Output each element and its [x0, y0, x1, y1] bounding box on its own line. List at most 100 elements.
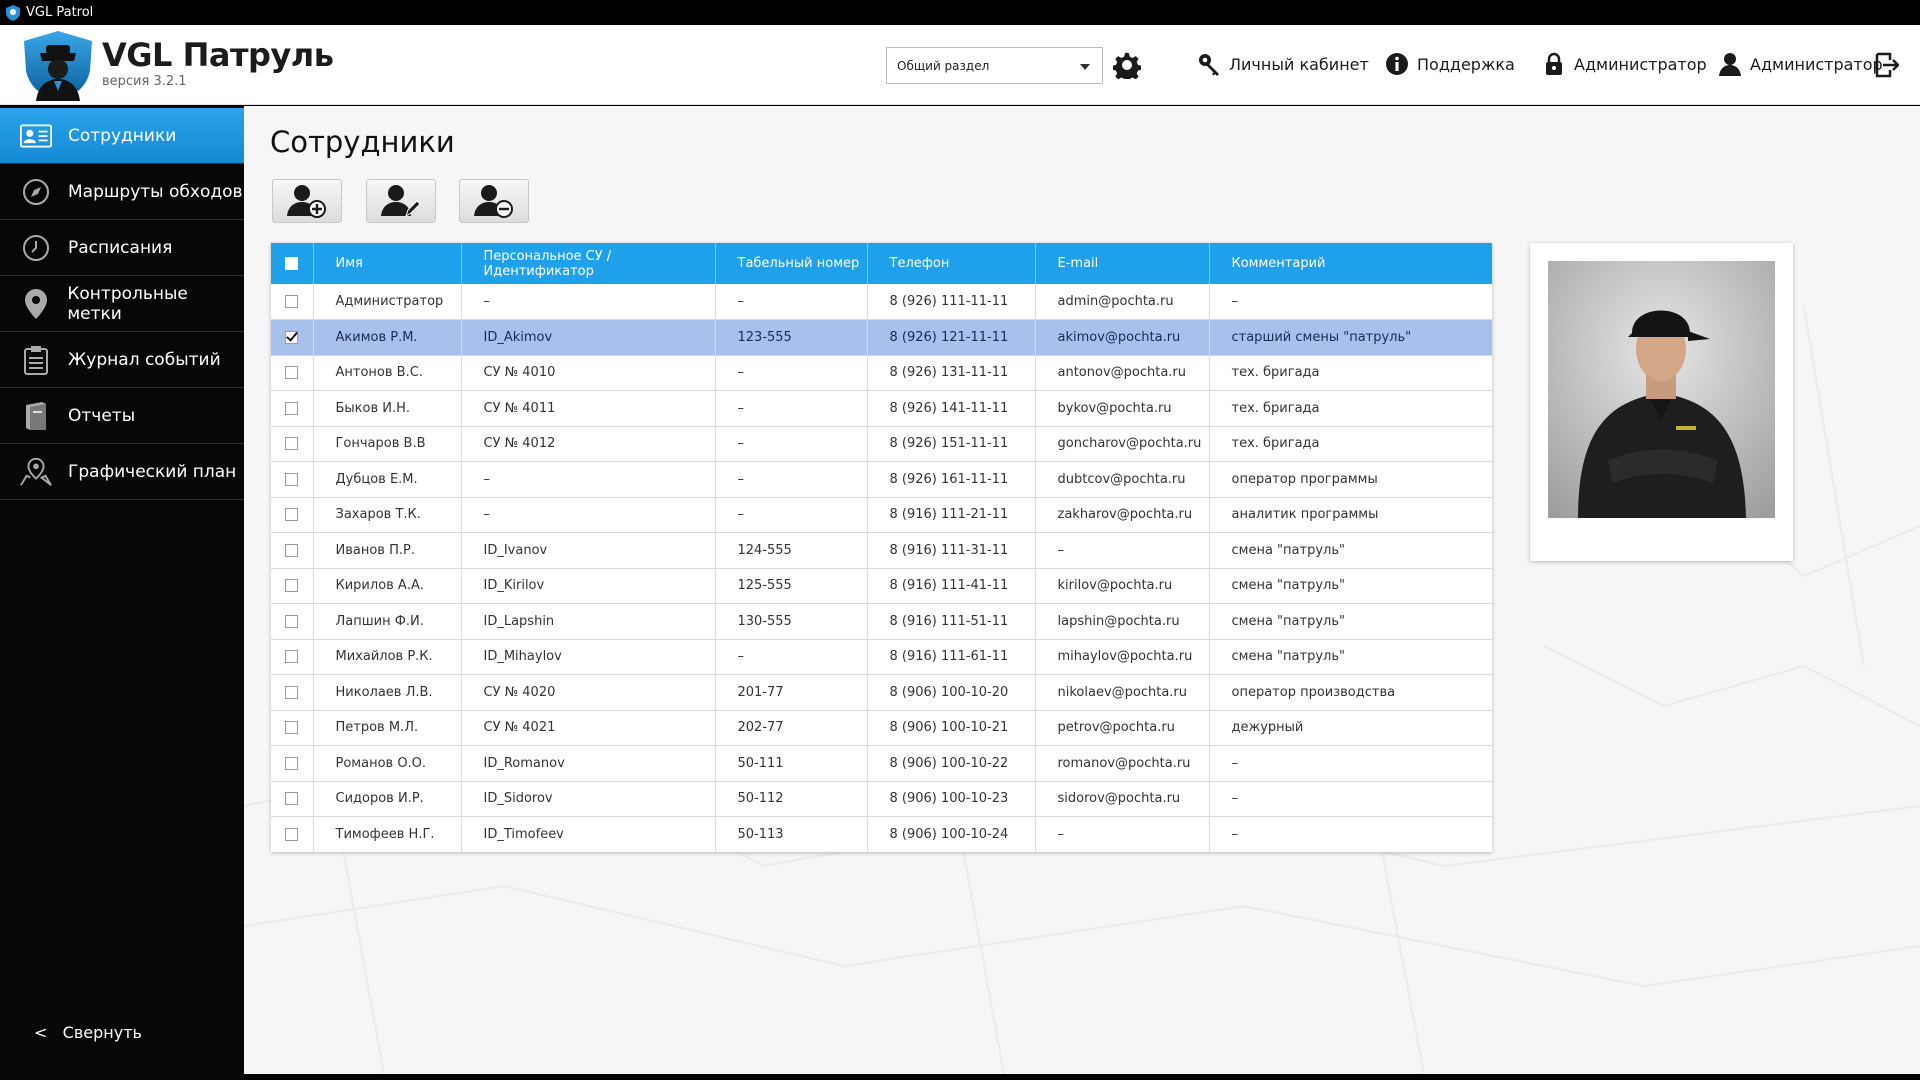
table-row[interactable]: Гончаров В.В СУ № 4012–8 (926) 151-11-11 g…: [271, 426, 1492, 462]
sidebar-item-label: Отчеты: [68, 405, 136, 426]
table-row[interactable]: Лапшин Ф.И. ID_Lapshin 130-555 8 (916) 111-…: [271, 603, 1492, 639]
table-row[interactable]: Тимофеев Н.Г. ID_Timofeev 50-113 8 (906) 10…: [271, 816, 1492, 852]
admin-user-link[interactable]: Администратор: [1718, 52, 1883, 76]
row-checkbox[interactable]: [285, 579, 299, 593]
row-checkbox[interactable]: [285, 508, 299, 522]
row-checkbox-cell: [271, 603, 314, 639]
cell-name: Лапшин Ф.И.: [313, 603, 462, 639]
edit-employee-button[interactable]: [366, 179, 436, 223]
table-header-row: Имя Персональное СУ / Идентификатор Табе…: [271, 243, 1492, 284]
sidebar-item-employees[interactable]: Сотрудники: [0, 108, 244, 164]
sidebar-item-schedules[interactable]: Расписания: [0, 220, 244, 276]
admin-lock-link[interactable]: Администратор: [1542, 52, 1707, 76]
column-header[interactable]: Табельный номер: [715, 243, 868, 284]
row-checkbox-cell: [271, 426, 314, 462]
cell-phone: 8 (926) 141-11-11: [867, 390, 1036, 426]
admin-lock-label: Администратор: [1574, 54, 1707, 74]
table-row[interactable]: Сидоров И.Р. ID_Sidorov 50-112 8 (906) 100-…: [271, 781, 1492, 817]
column-header[interactable]: E-mail: [1035, 243, 1210, 284]
lock-icon: [1546, 52, 1562, 75]
column-header[interactable]: Телефон: [867, 243, 1036, 284]
row-checkbox[interactable]: [285, 685, 299, 699]
cell-name: Николаев Л.В.: [313, 674, 462, 710]
cell-tab: 130-555: [715, 603, 868, 639]
select-all-checkbox[interactable]: [285, 257, 299, 270]
table-row[interactable]: Акимов Р.М. ID_Akimov 123-555 8 (926) 121-1…: [271, 319, 1492, 355]
cell-email: antonov@pochta.ru: [1035, 355, 1210, 391]
table-row[interactable]: Антонов В.С. СУ № 4010–8 (926) 131-11-11 a…: [271, 355, 1492, 391]
sidebar-item-event-log[interactable]: Журнал событий: [0, 332, 244, 388]
admin-user-label: Администратор: [1750, 54, 1883, 74]
row-checkbox[interactable]: [285, 614, 299, 628]
security-guard-photo: [1548, 261, 1775, 518]
table-row[interactable]: Захаров Т.К. – –8 (916) 111-21-11 zakharov@…: [271, 497, 1492, 533]
row-checkbox[interactable]: [285, 437, 299, 451]
cell-phone: 8 (906) 100-10-23: [867, 781, 1036, 817]
cell-tab: –: [715, 497, 868, 533]
cell-comment: старший смены "патруль": [1231, 329, 1412, 345]
collapse-sidebar-button[interactable]: < Свернуть: [34, 1023, 142, 1042]
row-checkbox[interactable]: [285, 295, 299, 308]
sidebar-item-reports[interactable]: Отчеты: [0, 388, 244, 444]
table-row[interactable]: Петров М.Л. СУ № 4021 202-77 8 (906) 100-10…: [271, 710, 1492, 746]
sidebar-item-checkpoints[interactable]: Контрольные метки: [0, 276, 244, 332]
table-row[interactable]: Иванов П.Р. ID_Ivanov 124-555 8 (916) 111-3…: [271, 532, 1492, 568]
cell-name: Гончаров В.В: [313, 426, 462, 462]
row-checkbox[interactable]: [285, 543, 299, 557]
row-checkbox-cell: [271, 284, 314, 320]
sidebar-item-graphic-plan[interactable]: Графический план: [0, 444, 244, 500]
cell-phone: 8 (926) 161-11-11: [867, 461, 1036, 497]
table-row[interactable]: Михайлов Р.К. ID_Mihaylov –8 (916) 111-61-…: [271, 639, 1492, 675]
support-link[interactable]: Поддержка: [1385, 52, 1515, 76]
row-checkbox-cell: [271, 710, 314, 746]
column-header[interactable]: Имя: [313, 243, 462, 284]
row-checkbox[interactable]: [285, 472, 299, 486]
cell-tab: 202-77: [715, 710, 868, 746]
table-row[interactable]: Дубцов Е.М. – –8 (926) 161-11-11 dubtcov@po…: [271, 461, 1492, 497]
cell-name: Администратор: [313, 284, 462, 320]
row-checkbox[interactable]: [285, 792, 299, 806]
table-row[interactable]: Быков И.Н. СУ № 4011–8 (926) 141-11-11 byk…: [271, 390, 1492, 426]
cell-email: sidorov@pochta.ru: [1035, 781, 1210, 817]
add-employee-button[interactable]: [272, 179, 342, 223]
cell-tab: –: [715, 390, 868, 426]
row-checkbox[interactable]: [285, 650, 299, 664]
app-header: VGL Патруль версия 3.2.1 Общий раздел Ли…: [0, 25, 1920, 105]
row-checkbox[interactable]: [285, 330, 299, 344]
employees-table: Имя Персональное СУ / Идентификатор Табе…: [271, 243, 1492, 852]
column-header[interactable]: Персональное СУ / Идентификатор: [461, 243, 716, 284]
cell-id: ID_Kirilov: [461, 568, 716, 604]
table-row[interactable]: Администратор – –8 (926) 111-11-11 admin@po…: [271, 284, 1492, 320]
cell-id: –: [461, 497, 716, 533]
row-checkbox[interactable]: [285, 721, 299, 735]
sidebar-item-label: Контрольные метки: [67, 283, 188, 324]
row-checkbox[interactable]: [285, 366, 299, 380]
cell-comment: дежурный: [1231, 720, 1304, 736]
cell-email: bykov@pochta.ru: [1035, 390, 1210, 426]
row-checkbox[interactable]: [285, 401, 299, 415]
row-checkbox-cell: [271, 390, 314, 426]
window-titlebar: VGL Patrol: [0, 0, 1920, 25]
gear-icon[interactable]: [1113, 51, 1141, 79]
cell-comment: смена "патруль": [1231, 578, 1345, 594]
row-checkbox[interactable]: [285, 756, 299, 770]
cell-tab: 50-111: [715, 745, 868, 781]
personal-cabinet-link[interactable]: Личный кабинет: [1197, 52, 1369, 76]
table-row[interactable]: Кирилов А.А. ID_Kirilov 125-555 8 (916) 111…: [271, 568, 1492, 604]
table-row[interactable]: Николаев Л.В. СУ № 4020 201-77 8 (906) 100-…: [271, 674, 1492, 710]
cell-phone: 8 (906) 100-10-20: [867, 674, 1036, 710]
row-checkbox[interactable]: [285, 828, 299, 841]
cell-name: Петров М.Л.: [313, 710, 462, 746]
cell-comment: оператор программы: [1231, 471, 1378, 487]
sidebar-item-routes[interactable]: Маршруты обходов: [0, 164, 244, 220]
cell-phone: 8 (916) 111-21-11: [867, 497, 1036, 533]
column-header[interactable]: Комментарий: [1209, 243, 1492, 284]
cell-id: ID_Sidorov: [461, 781, 716, 817]
remove-employee-button[interactable]: [459, 179, 529, 223]
section-select[interactable]: Общий раздел: [886, 47, 1103, 84]
cell-phone: 8 (906) 100-10-21: [867, 710, 1036, 746]
cell-email: admin@pochta.ru: [1035, 284, 1210, 320]
table-row[interactable]: Романов О.О. ID_Romanov 50-111 8 (906) 100-…: [271, 745, 1492, 781]
logout-icon[interactable]: [1875, 52, 1899, 78]
key-icon: [1199, 54, 1219, 76]
